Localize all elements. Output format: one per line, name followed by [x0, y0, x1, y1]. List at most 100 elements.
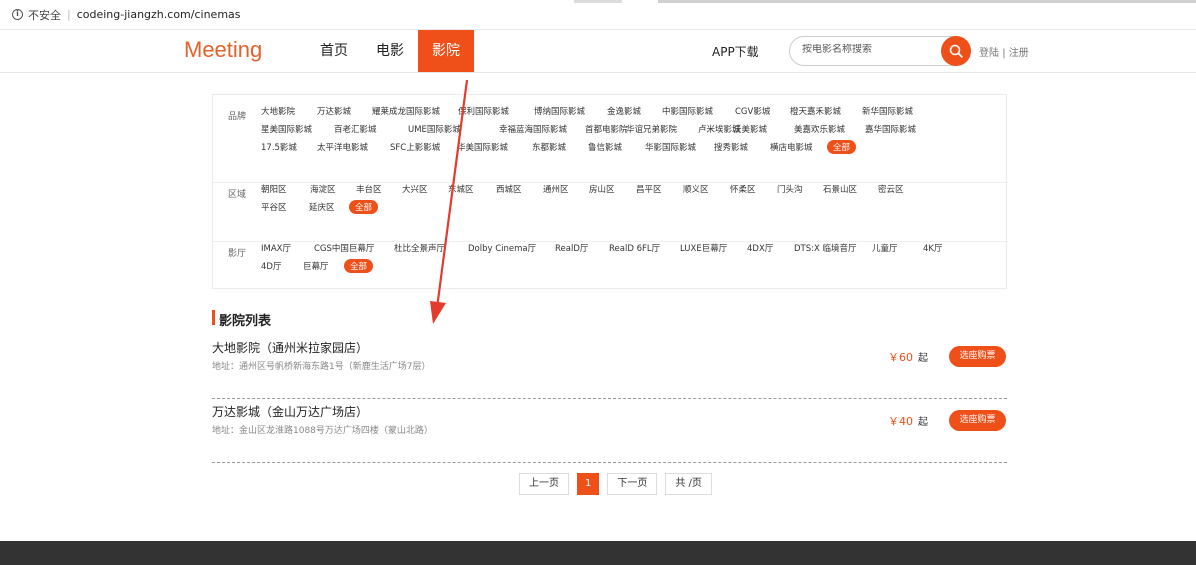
url-text[interactable]: codeing-jiangzh.com/cinemas [77, 8, 241, 21]
filter-option[interactable]: 大地影院 [261, 105, 295, 117]
filter-option[interactable]: 万达影城 [317, 105, 351, 117]
filter-option[interactable]: 太平洋电影城 [317, 141, 368, 153]
filter-option[interactable]: DTS:X 临境音厅 [794, 242, 857, 254]
cinema-item: 万达影城（金山万达广场店） 地址：金山区龙淮路1088号万达广场四楼（蒙山北路）… [212, 399, 1007, 463]
site-header: Meeting 首页 电影 影院 APP下载 登陆 | 注册 [0, 30, 1196, 73]
info-icon[interactable]: i [12, 9, 23, 20]
filter-option[interactable]: 金逸影城 [607, 105, 641, 117]
nav-item-home[interactable]: 首页 [306, 30, 362, 72]
filter-option[interactable]: 朝阳区 [261, 183, 287, 195]
filter-option-all[interactable]: 全部 [349, 200, 379, 214]
filter-option[interactable]: RealD厅 [555, 242, 588, 254]
filter-option[interactable]: 新华国际影城 [862, 105, 913, 117]
filter-option[interactable]: RealD 6FL厅 [609, 242, 660, 254]
filter-option[interactable]: 华谊兄弟影院 [626, 123, 677, 135]
filter-option[interactable]: 巨幕厅 [303, 260, 329, 272]
filter-option-all[interactable]: 全部 [827, 140, 857, 154]
filter-option[interactable]: SFC上影影城 [390, 141, 440, 153]
search-box [789, 36, 971, 66]
filter-option[interactable]: 幸福蓝海国际影城 [499, 123, 567, 135]
filter-option[interactable]: 鲁信影城 [588, 141, 622, 153]
cinema-address: 地址：通州区号帆桥新海东路1号（新鹿生活广场7层） [212, 362, 431, 372]
filter-option[interactable]: 4DX厅 [747, 242, 773, 254]
site-logo[interactable]: Meeting [184, 37, 262, 63]
security-label[interactable]: 不安全 [28, 7, 61, 23]
pagination: 上一页 1 下一页 共 /页 [519, 473, 720, 495]
filter-option[interactable]: 丰台区 [356, 183, 382, 195]
filter-option[interactable]: IMAX厅 [261, 242, 291, 254]
filter-option[interactable]: 延庆区 [309, 201, 335, 213]
filter-option-all[interactable]: 全部 [344, 259, 374, 273]
cinema-item: 大地影院（通州米拉家园店） 地址：通州区号帆桥新海东路1号（新鹿生活广场7层） … [212, 335, 1007, 399]
filter-row-hall: 影厅 IMAX厅 CGS中国巨幕厅 杜比全景声厅 Dolby Cinema厅 RealD… [213, 241, 1008, 273]
browser-address-bar: i 不安全 | codeing-jiangzh.com/cinemas [0, 0, 1196, 30]
filter-option[interactable]: 百老汇影城 [334, 123, 377, 135]
address-separator: | [67, 8, 71, 21]
filter-option[interactable]: 昌平区 [636, 183, 662, 195]
register-link[interactable]: 注册 [1009, 48, 1029, 59]
filter-option[interactable]: 橙天嘉禾影城 [790, 105, 841, 117]
filter-option[interactable]: 保利国际影城 [458, 105, 509, 117]
search-input[interactable] [802, 44, 932, 55]
nav-item-movies[interactable]: 电影 [362, 30, 418, 72]
filter-option[interactable]: 美嘉欢乐影城 [794, 123, 845, 135]
nav-item-cinemas[interactable]: 影院 [418, 30, 474, 72]
auth-links: 登陆 | 注册 [979, 44, 1029, 59]
cinema-price-suffix: 起 [918, 417, 928, 428]
buy-ticket-button[interactable]: 选座购票 [949, 410, 1006, 431]
filter-option[interactable]: 东都影城 [532, 141, 566, 153]
filter-option[interactable]: Dolby Cinema厅 [468, 242, 536, 254]
filter-option[interactable]: 石景山区 [823, 183, 857, 195]
filter-option[interactable]: 沃美影城 [733, 123, 767, 135]
login-link[interactable]: 登陆 [979, 48, 999, 59]
filter-option[interactable]: 平谷区 [261, 201, 287, 213]
filter-option[interactable]: 嘉华国际影城 [865, 123, 916, 135]
filter-option[interactable]: 首都电影院 [585, 123, 628, 135]
filter-option[interactable]: 海淀区 [310, 183, 336, 195]
filter-option[interactable]: 华影国际影城 [645, 141, 696, 153]
list-title-accent [212, 310, 215, 325]
filter-option[interactable]: 华美国际影城 [457, 141, 508, 153]
filter-option[interactable]: 顺义区 [683, 183, 709, 195]
filter-option[interactable]: 搜秀影城 [714, 141, 748, 153]
cinema-address: 地址：金山区龙淮路1088号万达广场四楼（蒙山北路） [212, 426, 433, 436]
filter-option[interactable]: 星美国际影城 [261, 123, 312, 135]
filter-option[interactable]: 儿童厅 [872, 242, 898, 254]
filter-option[interactable]: 17.5影城 [261, 141, 297, 153]
filter-option[interactable]: CGV影城 [735, 105, 770, 117]
filter-option[interactable]: 密云区 [878, 183, 904, 195]
site-footer [0, 541, 1196, 565]
cinema-name[interactable]: 万达影城（金山万达广场店） [212, 403, 368, 420]
filter-panel: 品牌 大地影院 万达影城 耀莱成龙国际影城 保利国际影城 博纳国际影城 金逸影城 中影国际影… [212, 94, 1008, 289]
filter-option[interactable]: 大兴区 [402, 183, 428, 195]
search-icon [949, 44, 963, 58]
main-nav: 首页 电影 影院 [306, 30, 474, 72]
cinema-name[interactable]: 大地影院（通州米拉家园店） [212, 339, 368, 356]
cinema-price: ￥40 [888, 415, 913, 428]
filter-option[interactable]: 西城区 [496, 183, 522, 195]
filter-option[interactable]: 怀柔区 [730, 183, 756, 195]
filter-option[interactable]: 门头沟 [777, 183, 803, 195]
filter-option[interactable]: 4K厅 [923, 242, 942, 254]
total-pages: 共 /页 [665, 473, 712, 495]
buy-ticket-button[interactable]: 选座购票 [949, 346, 1006, 367]
filter-option[interactable]: UME国际影城 [408, 123, 461, 135]
list-title: 影院列表 [219, 314, 272, 329]
filter-option[interactable]: 房山区 [589, 183, 615, 195]
app-download-link[interactable]: APP下载 [712, 43, 759, 60]
filter-option[interactable]: 耀莱成龙国际影城 [372, 105, 440, 117]
search-button[interactable] [941, 36, 971, 66]
filter-option[interactable]: 中影国际影城 [662, 105, 713, 117]
next-page-button[interactable]: 下一页 [607, 473, 658, 495]
filter-option[interactable]: 博纳国际影城 [534, 105, 585, 117]
filter-option[interactable]: 东城区 [448, 183, 474, 195]
cinema-price: ￥60 [888, 351, 913, 364]
filter-option[interactable]: 杜比全景声厅 [394, 242, 445, 254]
filter-option[interactable]: CGS中国巨幕厅 [314, 242, 374, 254]
current-page-button[interactable]: 1 [577, 473, 600, 495]
filter-option[interactable]: 通州区 [543, 183, 569, 195]
filter-option[interactable]: 4D厅 [261, 260, 281, 272]
prev-page-button[interactable]: 上一页 [519, 473, 569, 495]
filter-option[interactable]: 横店电影城 [770, 141, 813, 153]
filter-option[interactable]: LUXE巨幕厅 [680, 242, 727, 254]
